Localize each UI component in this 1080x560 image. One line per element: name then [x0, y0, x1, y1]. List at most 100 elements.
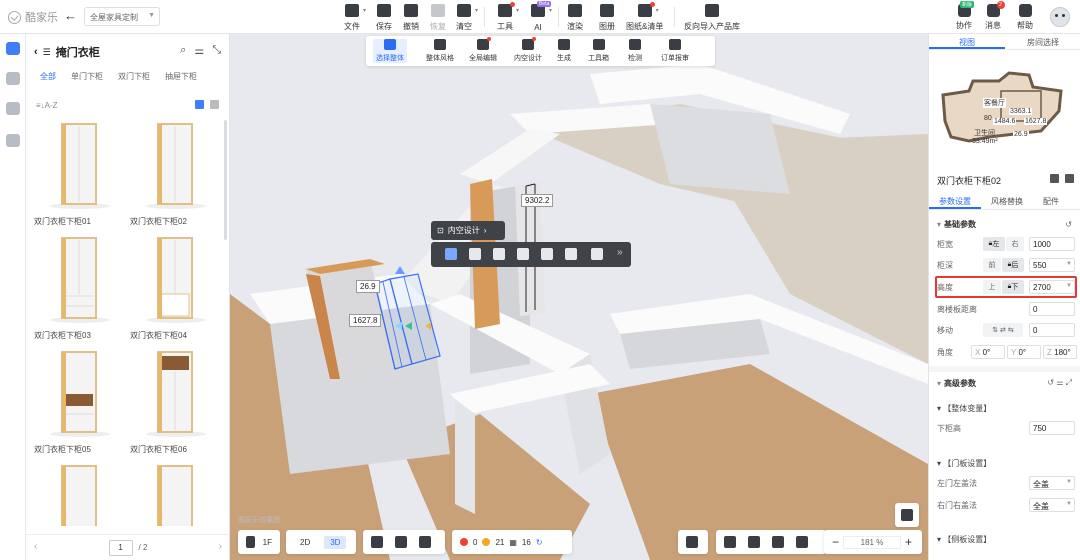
- collab-button[interactable]: 协作: [956, 4, 972, 31]
- settings-toggle[interactable]: [678, 530, 708, 554]
- back-arrow-icon[interactable]: ←: [64, 8, 77, 23]
- filter-icon[interactable]: ⚌: [194, 44, 204, 57]
- reset-icon[interactable]: ↺: [1065, 220, 1072, 229]
- depth-select[interactable]: 550 ▼: [1029, 258, 1075, 272]
- right-door-select[interactable]: 全盖 ▼: [1029, 498, 1075, 512]
- delete-icon[interactable]: [493, 248, 505, 260]
- depth-back-toggle[interactable]: 🔒︎ 后: [1002, 258, 1024, 272]
- list-view-icon[interactable]: [210, 100, 219, 109]
- help-button[interactable]: 帮助: [1017, 4, 1033, 31]
- cube-icon[interactable]: [395, 536, 407, 548]
- user-icon[interactable]: [6, 102, 20, 115]
- library-scrollbar[interactable]: [224, 120, 227, 240]
- error-icon[interactable]: [460, 538, 468, 546]
- generate-button[interactable]: 生成: [557, 39, 571, 63]
- angle-x-input[interactable]: X 0°: [971, 345, 1005, 359]
- edit-icon[interactable]: [1050, 174, 1059, 183]
- more-icon[interactable]: »: [617, 247, 623, 258]
- view-2d-button[interactable]: 2D: [294, 536, 316, 549]
- scene-select[interactable]: 全屋家具定制 ▼: [84, 7, 160, 26]
- dimension-label[interactable]: 1627.8: [349, 314, 382, 327]
- save-button[interactable]: 保存: [376, 4, 392, 32]
- height-bottom-toggle[interactable]: 🔒︎ 下: [1002, 280, 1024, 294]
- lower-height-input[interactable]: 750: [1029, 421, 1075, 435]
- tab-accessories[interactable]: 配件: [1033, 194, 1069, 209]
- dimension-label[interactable]: 9302.2: [521, 194, 554, 207]
- search-icon[interactable]: ⌕: [180, 44, 186, 57]
- width-input[interactable]: 1000: [1029, 237, 1075, 251]
- tools-button[interactable]: ▾ 工具: [497, 2, 519, 32]
- sort-button[interactable]: ≡↓A-Z: [36, 101, 58, 110]
- clear-button[interactable]: ▾ 清空: [456, 4, 478, 32]
- grid-view-icon[interactable]: [195, 100, 204, 109]
- move-input[interactable]: 0: [1029, 323, 1075, 337]
- group-header[interactable]: ▾ 【门板设置】: [937, 458, 991, 469]
- zoom-value[interactable]: 181 %: [843, 535, 902, 549]
- width-right-toggle[interactable]: 右: [1006, 237, 1024, 251]
- product-card[interactable]: [130, 462, 222, 526]
- group-header[interactable]: ▾ 【侧板设置】: [937, 534, 991, 545]
- overall-style-button[interactable]: 整体风格: [426, 39, 454, 63]
- width-left-toggle[interactable]: 🔒︎ 左: [983, 237, 1005, 251]
- subtab-all[interactable]: 全部: [40, 71, 56, 82]
- toolbox-button[interactable]: 工具箱: [588, 39, 609, 63]
- group-header[interactable]: ▾ 【整体变量】: [937, 403, 991, 414]
- advanced-tools-icon[interactable]: ↺ ⚌ ⤢: [1047, 378, 1072, 388]
- dimension-label[interactable]: 26.9: [356, 280, 380, 293]
- basic-params-header[interactable]: ▾ 基础参数: [937, 219, 976, 230]
- advanced-params-header[interactable]: ▾ 高级参数: [937, 378, 976, 389]
- next-page-icon[interactable]: ›: [219, 541, 222, 552]
- view-3d-button[interactable]: 3D: [324, 535, 347, 549]
- back-icon[interactable]: ‹: [34, 46, 38, 58]
- tab-style-replace[interactable]: 风格替换: [981, 194, 1033, 209]
- product-card[interactable]: 双门衣柜下柜05: [34, 348, 126, 455]
- 3d-viewport[interactable]: 选择整体 整体风格 全局编辑 内空设计 生成 工具箱 检测 订单报审 ⊡ 内空设…: [230, 34, 928, 560]
- inner-design-button[interactable]: 内空设计: [514, 37, 542, 63]
- product-card[interactable]: 双门衣柜下柜04: [130, 234, 222, 341]
- global-edit-button[interactable]: 全局编辑: [469, 37, 497, 63]
- rotate-icon[interactable]: [591, 248, 603, 260]
- page-input[interactable]: 1: [108, 539, 133, 556]
- product-card[interactable]: 双门衣柜下柜02: [130, 120, 222, 227]
- tab-view[interactable]: 视图: [929, 34, 1005, 49]
- message-button[interactable]: 2 消息: [985, 1, 1005, 31]
- height-top-toggle[interactable]: 上: [983, 280, 1001, 294]
- catalog-icon[interactable]: [6, 42, 20, 55]
- height-select[interactable]: 2700 ▼: [1029, 280, 1075, 294]
- depth-front-toggle[interactable]: 前: [983, 258, 1001, 272]
- album-button[interactable]: 图册: [599, 4, 615, 32]
- floor-gap-input[interactable]: 0: [1029, 302, 1075, 316]
- floor-selector[interactable]: 1F: [238, 530, 280, 554]
- size-icon[interactable]: [469, 248, 481, 260]
- product-card[interactable]: 双门衣柜下柜03: [34, 234, 126, 341]
- logo[interactable]: 酷家乐: [8, 9, 58, 25]
- prev-page-icon[interactable]: ‹: [34, 541, 37, 552]
- product-card[interactable]: [34, 462, 126, 526]
- ai-button[interactable]: ▾ AI: [531, 4, 552, 32]
- angle-z-input[interactable]: Z 180°: [1043, 345, 1077, 359]
- camera-settings-icon[interactable]: [748, 536, 760, 548]
- zoom-out-icon[interactable]: −: [832, 535, 839, 549]
- select-frame-icon[interactable]: [445, 248, 457, 260]
- sofa-icon[interactable]: [6, 134, 20, 147]
- collapse-icon[interactable]: ⤡: [212, 44, 221, 57]
- tab-params[interactable]: 参数设置: [929, 194, 981, 209]
- zoom-in-icon[interactable]: +: [905, 535, 912, 549]
- left-door-select[interactable]: 全盖 ▼: [1029, 476, 1075, 490]
- redo-button[interactable]: 恢复: [430, 4, 446, 32]
- floorplan-minimap[interactable]: 客餐厅 3363.1 80 1484.6 1627.8 卫生间 26.9 33.…: [929, 51, 1080, 168]
- subtab-drawer[interactable]: 抽屉下柜: [165, 71, 197, 82]
- order-review-button[interactable]: 订单报审: [661, 39, 689, 63]
- clipboard-button[interactable]: [895, 503, 919, 527]
- camera-icon[interactable]: [724, 536, 736, 548]
- file-button[interactable]: ▾ 文件: [344, 4, 366, 32]
- fit-view-icon[interactable]: [772, 536, 784, 548]
- inner-design-chip[interactable]: ⊡ 内空设计 ›: [431, 221, 505, 240]
- avatar[interactable]: [1050, 7, 1070, 27]
- tab-room-select[interactable]: 房间选择: [1005, 34, 1080, 49]
- material-icon[interactable]: [419, 536, 431, 548]
- calendar-icon[interactable]: ▦: [509, 538, 517, 547]
- subtab-single-door[interactable]: 单门下柜: [71, 71, 103, 82]
- eye-icon[interactable]: [371, 536, 383, 548]
- split-icon[interactable]: [541, 248, 553, 260]
